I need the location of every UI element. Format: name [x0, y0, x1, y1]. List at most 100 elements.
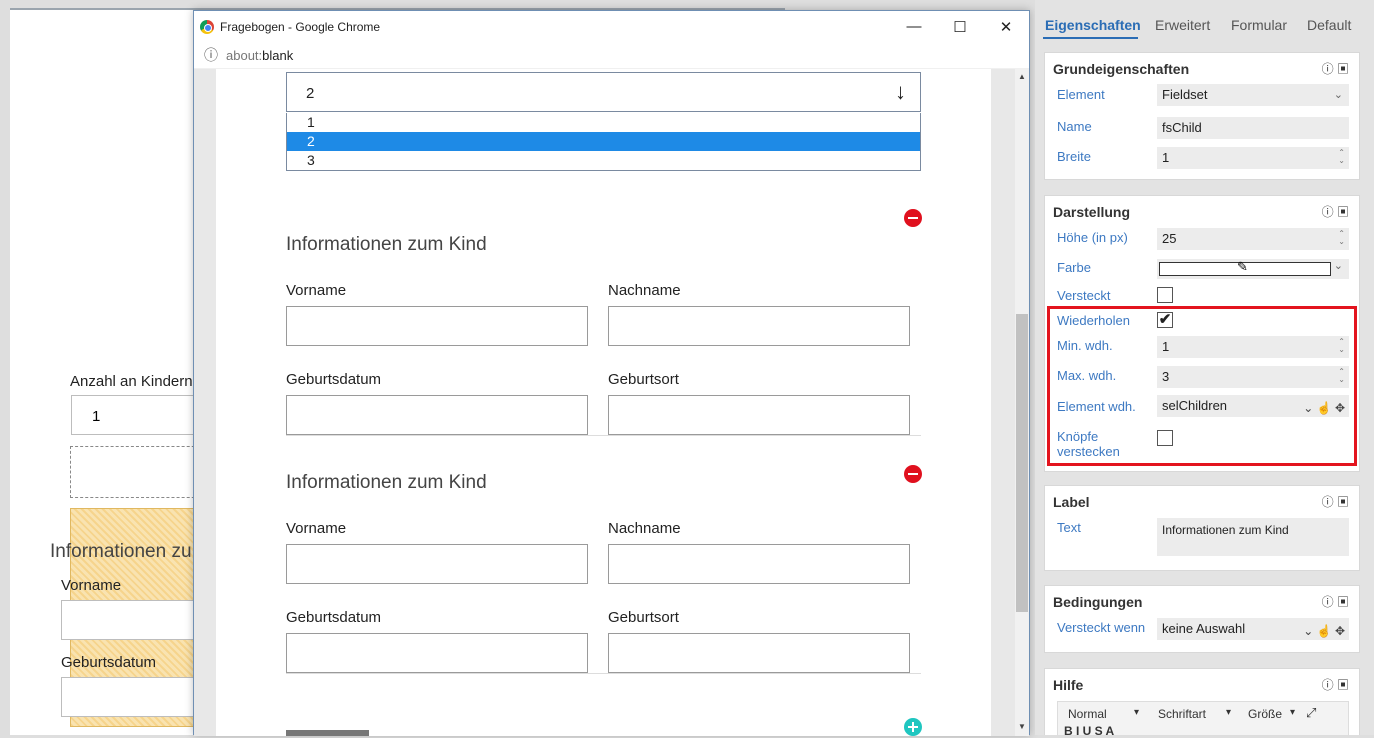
- card-title: Label: [1053, 494, 1090, 510]
- hoehe-stepper[interactable]: 25 ⌃ ⌄: [1157, 228, 1349, 250]
- maximize-icon[interactable]: ⤢: [1306, 705, 1316, 721]
- help-icon[interactable]: ⓘ ▣: [1322, 493, 1349, 510]
- first-name-input[interactable]: [286, 544, 588, 584]
- breite-value: 1: [1162, 150, 1170, 165]
- spinner-icon[interactable]: ⌃ ⌄: [1338, 368, 1345, 384]
- min-stepper[interactable]: 1 ⌃ ⌄: [1157, 336, 1349, 358]
- element-wdh-label: Element wdh.: [1057, 399, 1136, 414]
- add-fieldset-icon[interactable]: [904, 718, 922, 736]
- birth-place-input[interactable]: [608, 395, 910, 435]
- picker-icon[interactable]: ⌄ ☝ ✥: [1303, 620, 1345, 642]
- scrollbar-thumb[interactable]: [1016, 314, 1028, 612]
- info-icon[interactable]: ⓘ: [204, 45, 218, 65]
- bg-section-title: Informationen zu: [50, 541, 192, 562]
- wiederholen-checkbox[interactable]: ✔: [1157, 312, 1173, 328]
- tab-erweitert[interactable]: Erweitert: [1155, 17, 1210, 33]
- tab-default[interactable]: Default: [1307, 17, 1351, 33]
- size-dropdown[interactable]: Größe: [1248, 707, 1282, 721]
- spinner-icon[interactable]: ⌃ ⌄: [1338, 230, 1345, 246]
- select-value: 2: [306, 85, 315, 102]
- chevron-down-icon: ▾: [1226, 707, 1232, 718]
- select-option[interactable]: 1: [287, 113, 920, 132]
- chrome-window: Fragebogen - Google Chrome — ☐ ✕ ⓘ about…: [193, 10, 1030, 736]
- knoepfe-label-line2: verstecken: [1057, 444, 1120, 459]
- minimize-button[interactable]: —: [891, 11, 937, 42]
- card-darstellung: Darstellung ⓘ ▣ Höhe (in px) 25 ⌃ ⌄ Farbe …: [1044, 195, 1360, 472]
- card-hilfe: Hilfe ⓘ ▣ Normal ▾ Schriftart ▾ Größe ▾ …: [1044, 668, 1360, 738]
- submit-button[interactable]: [286, 730, 369, 736]
- max-label: Max. wdh.: [1057, 368, 1117, 383]
- birth-place-label: Geburtsort: [608, 609, 679, 626]
- close-button[interactable]: ✕: [983, 11, 1029, 42]
- chevron-down-icon: ▾: [1290, 707, 1296, 718]
- chevron-down-icon: ⌄: [1333, 89, 1343, 101]
- card-bedingungen: Bedingungen ⓘ ▣ Versteckt wenn keine Aus…: [1044, 585, 1360, 653]
- element-wdh-select[interactable]: selChildren ⌄ ☝ ✥: [1157, 395, 1349, 417]
- children-count-select[interactable]: 2 ↓: [286, 72, 921, 112]
- tab-formular[interactable]: Formular: [1231, 17, 1287, 33]
- birth-date-input[interactable]: [286, 395, 588, 435]
- hoehe-value: 25: [1162, 231, 1177, 246]
- knoepfe-checkbox[interactable]: [1157, 430, 1173, 446]
- max-stepper[interactable]: 3 ⌃ ⌄: [1157, 366, 1349, 388]
- versteckt-wenn-select[interactable]: keine Auswahl ⌄ ☝ ✥: [1157, 618, 1349, 640]
- chevron-down-icon: ▾: [1134, 707, 1140, 718]
- birth-date-label: Geburtsdatum: [286, 609, 382, 626]
- card-title: Darstellung: [1053, 204, 1131, 220]
- farbe-label: Farbe: [1057, 260, 1091, 275]
- min-label: Min. wdh.: [1057, 338, 1113, 353]
- birth-place-label: Geburtsort: [608, 371, 679, 388]
- chrome-icon: [200, 19, 214, 34]
- form-page: 2 ↓ 1 2 3 Informationen zum Kind Vorname…: [216, 69, 991, 736]
- element-select[interactable]: Fieldset ⌄: [1157, 84, 1349, 106]
- bg-first-name-input[interactable]: [61, 600, 211, 640]
- spinner-icon[interactable]: ⌃ ⌄: [1338, 149, 1345, 165]
- bg-count-input[interactable]: 1: [71, 395, 211, 435]
- remove-fieldset-icon[interactable]: [904, 209, 922, 227]
- remove-fieldset-icon[interactable]: [904, 465, 922, 483]
- first-name-label: Vorname: [286, 520, 347, 537]
- text-textarea[interactable]: Informationen zum Kind: [1157, 518, 1349, 556]
- font-dropdown[interactable]: Schriftart: [1158, 707, 1206, 721]
- format-buttons[interactable]: B I U S A: [1064, 724, 1114, 738]
- maximize-button[interactable]: ☐: [937, 11, 983, 42]
- picker-icon[interactable]: ⌄ ☝ ✥: [1303, 397, 1345, 419]
- scroll-up-icon[interactable]: ▲: [1018, 72, 1026, 81]
- hoehe-label: Höhe (in px): [1057, 230, 1128, 245]
- birth-date-input[interactable]: [286, 633, 588, 673]
- wiederholen-label: Wiederholen: [1057, 313, 1130, 328]
- format-dropdown[interactable]: Normal: [1068, 707, 1107, 721]
- last-name-label: Nachname: [608, 282, 681, 299]
- card-title: Hilfe: [1053, 677, 1084, 693]
- name-input[interactable]: fsChild: [1157, 117, 1349, 139]
- title-bar: Fragebogen - Google Chrome — ☐ ✕: [194, 11, 1029, 42]
- bg-birth-date-input[interactable]: [61, 677, 211, 717]
- spinner-icon[interactable]: ⌃ ⌄: [1338, 338, 1345, 354]
- divider: [286, 673, 921, 674]
- name-value: fsChild: [1162, 120, 1202, 135]
- chevron-down-icon: ⌄: [1333, 260, 1343, 272]
- bg-count-label: Anzahl an Kindern: [70, 373, 193, 390]
- tab-eigenschaften[interactable]: Eigenschaften: [1045, 17, 1141, 33]
- help-icon[interactable]: ⓘ ▣: [1322, 593, 1349, 610]
- help-icon[interactable]: ⓘ ▣: [1322, 203, 1349, 220]
- divider: [286, 435, 921, 436]
- scrollbar[interactable]: ▲ ▼: [1015, 69, 1029, 736]
- last-name-input[interactable]: [608, 544, 910, 584]
- select-option[interactable]: 3: [287, 151, 920, 170]
- last-name-input[interactable]: [608, 306, 910, 346]
- last-name-label: Nachname: [608, 520, 681, 537]
- select-option-selected[interactable]: 2: [287, 132, 920, 151]
- scroll-down-icon[interactable]: ▼: [1018, 722, 1026, 731]
- help-icon[interactable]: ⓘ ▣: [1322, 60, 1349, 77]
- color-picker[interactable]: ✎ ⌄: [1157, 259, 1349, 279]
- versteckt-checkbox[interactable]: [1157, 287, 1173, 303]
- birth-date-label: Geburtsdatum: [286, 371, 382, 388]
- bg-dropzone: [70, 446, 210, 498]
- magic-wand-icon[interactable]: ✎: [1237, 259, 1248, 275]
- birth-place-input[interactable]: [608, 633, 910, 673]
- first-name-input[interactable]: [286, 306, 588, 346]
- help-icon[interactable]: ⓘ ▣: [1322, 676, 1349, 693]
- address-bar[interactable]: ⓘ about: blank: [194, 42, 1029, 69]
- breite-stepper[interactable]: 1 ⌃ ⌄: [1157, 147, 1349, 169]
